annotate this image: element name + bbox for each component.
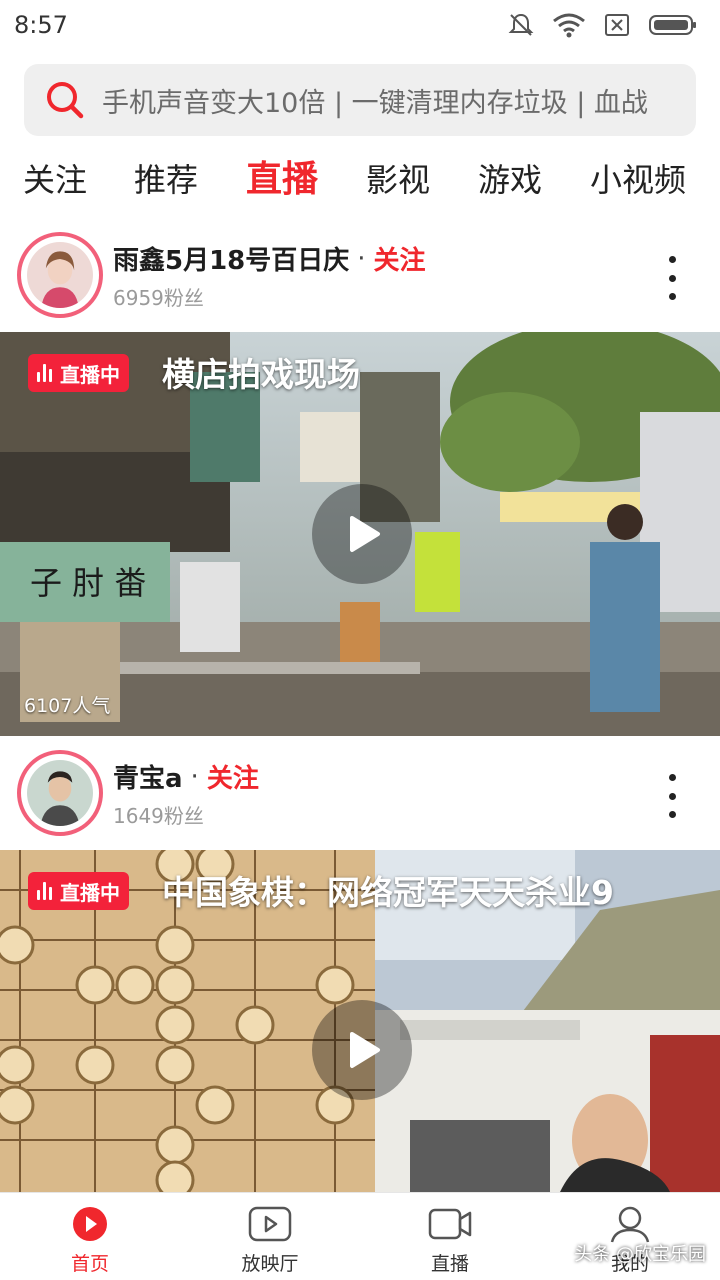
- tab-live[interactable]: 直播: [246, 150, 318, 210]
- battery-icon: [649, 15, 696, 35]
- tab-recommend[interactable]: 推荐: [134, 150, 198, 210]
- tab-movies[interactable]: 影视: [366, 150, 430, 210]
- live-bars-icon: [37, 882, 52, 900]
- nav-live-label: 直播: [430, 1253, 469, 1275]
- mute-bell-icon: [508, 13, 534, 36]
- nav-home-label: 首页: [70, 1253, 109, 1275]
- person-icon: [610, 1206, 650, 1243]
- play-button[interactable]: [312, 484, 412, 584]
- author-line: 雨鑫5月18号百日庆 · 关注: [113, 240, 426, 277]
- play-button[interactable]: [312, 1000, 412, 1100]
- nav-theater[interactable]: 放映厅: [210, 1205, 330, 1276]
- author-line: 青宝a · 关注: [113, 758, 259, 795]
- more-options-button[interactable]: [660, 774, 684, 818]
- search-input[interactable]: 手机声音变大10倍 | 一键清理内存垃圾 | 血战: [102, 81, 648, 120]
- live-badge: 直播中: [28, 872, 129, 910]
- video-title: 中国象棋：网络冠军天天杀业9: [162, 873, 614, 912]
- separator-dot: ·: [357, 243, 366, 274]
- bottom-nav: 首页 放映厅 直播 我的: [0, 1192, 720, 1280]
- nav-live[interactable]: 直播: [390, 1205, 510, 1276]
- avatar[interactable]: [17, 750, 103, 836]
- author-row: 青宝a · 关注 1649粉丝: [0, 750, 720, 850]
- avatar-image: [27, 760, 93, 826]
- status-bar: 8:57: [0, 0, 720, 50]
- feed-item: 雨鑫5月18号百日庆 · 关注 6959粉丝 子 肘 畨 直播中 横店拍戏现场 …: [0, 232, 720, 736]
- wifi-icon: [553, 13, 585, 38]
- play-icon: [350, 1032, 380, 1068]
- watermark: 头条 @欣宝乐园: [574, 1244, 706, 1265]
- video-title: 横店拍戏现场: [162, 355, 360, 394]
- nav-theater-label: 放映厅: [241, 1253, 299, 1275]
- feed-item: 青宝a · 关注 1649粉丝 直播中 中国象棋：网络冠军天天杀业9: [0, 750, 720, 1192]
- video-thumbnail[interactable]: 直播中 中国象棋：网络冠军天天杀业9: [0, 850, 720, 1192]
- camera-icon: [428, 1208, 472, 1240]
- author-name[interactable]: 雨鑫5月18号百日庆: [113, 240, 349, 277]
- follow-button[interactable]: 关注: [207, 758, 259, 795]
- avatar[interactable]: [17, 232, 103, 318]
- author-name[interactable]: 青宝a: [113, 758, 183, 795]
- tab-games[interactable]: 游戏: [478, 150, 542, 210]
- live-badge-label: 直播中: [60, 880, 120, 905]
- channel-tabs: 关注 推荐 直播 影视 游戏 小视频: [0, 150, 720, 210]
- tab-short-video[interactable]: 小视频: [590, 150, 686, 210]
- sim-off-icon: [605, 14, 629, 36]
- svg-text:子 肘 畨: 子 肘 畨: [30, 564, 146, 602]
- status-time: 8:57: [14, 11, 68, 39]
- status-icons: [508, 12, 698, 38]
- nav-home[interactable]: 首页: [30, 1205, 150, 1276]
- fans-count: 6959粉丝: [113, 286, 204, 310]
- avatar-image: [27, 242, 93, 308]
- search-icon: [47, 82, 84, 119]
- follow-button[interactable]: 关注: [374, 240, 426, 277]
- more-options-button[interactable]: [660, 256, 684, 300]
- search-bar[interactable]: 手机声音变大10倍 | 一键清理内存垃圾 | 血战: [24, 64, 696, 136]
- fans-count: 1649粉丝: [113, 804, 204, 828]
- author-row: 雨鑫5月18号百日庆 · 关注 6959粉丝: [0, 232, 720, 332]
- live-badge-label: 直播中: [60, 362, 120, 387]
- separator-dot: ·: [190, 761, 199, 792]
- play-icon: [350, 516, 380, 552]
- home-play-icon: [73, 1207, 107, 1241]
- popularity-count: 6107人气: [24, 695, 111, 717]
- tv-play-icon: [248, 1206, 292, 1242]
- live-badge: 直播中: [28, 354, 129, 392]
- live-bars-icon: [37, 364, 52, 382]
- video-thumbnail[interactable]: 子 肘 畨 直播中 横店拍戏现场 6107人气: [0, 332, 720, 736]
- tab-follow[interactable]: 关注: [23, 150, 87, 210]
